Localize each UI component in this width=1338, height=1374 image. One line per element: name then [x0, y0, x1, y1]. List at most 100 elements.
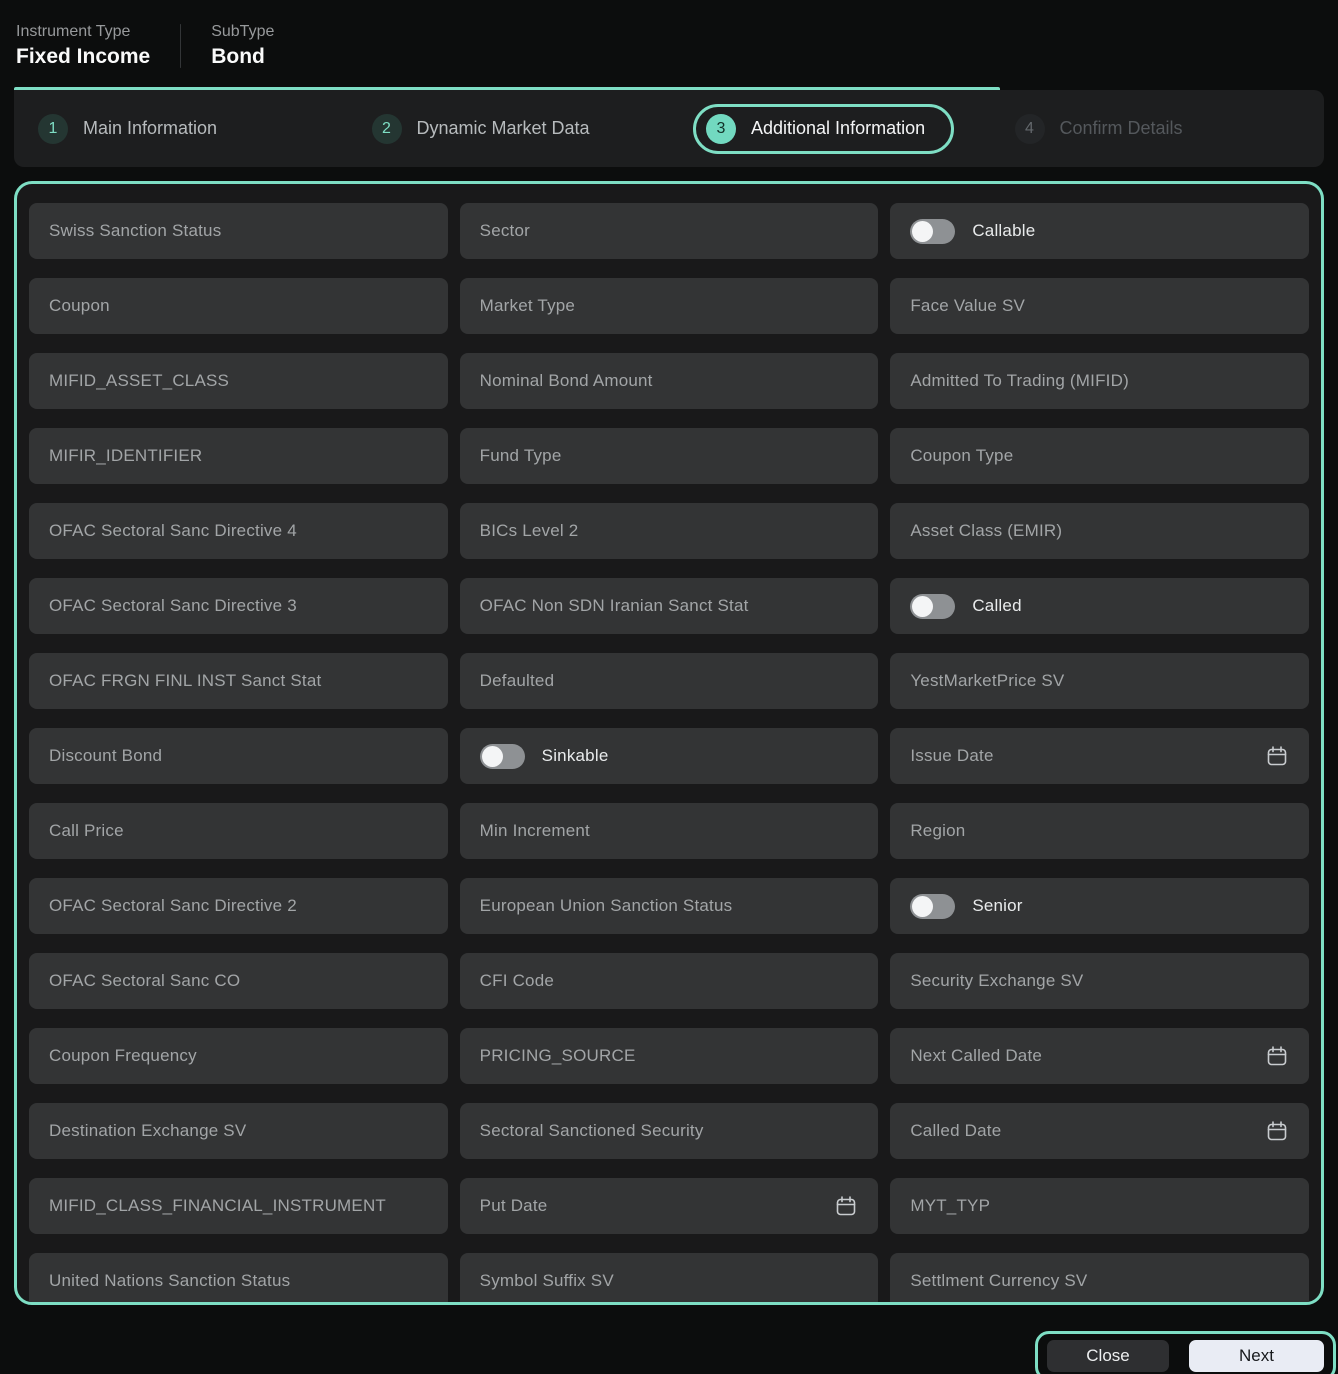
text-field-security-exchange-sv[interactable]: Security Exchange SV: [890, 953, 1309, 1009]
toggle-switch[interactable]: [910, 593, 956, 619]
text-field-discount-bond[interactable]: Discount Bond: [29, 728, 448, 784]
footer: Close Next: [0, 1319, 1338, 1374]
field-label: YestMarketPrice SV: [910, 671, 1065, 690]
toggle-switch[interactable]: [479, 743, 525, 769]
text-field-admitted-to-trading-mifid[interactable]: Admitted To Trading (MIFID): [890, 353, 1309, 409]
form-grid: Swiss Sanction Status Sector Callable Coupo…: [29, 203, 1309, 1302]
text-field-bics-level-2[interactable]: BICs Level 2: [459, 503, 879, 559]
toggle-switch[interactable]: [910, 893, 956, 919]
step-additional-information[interactable]: 3 Additional Information: [681, 103, 991, 154]
toggle-field-senior[interactable]: Senior: [890, 878, 1309, 934]
text-field-destination-exchange-sv[interactable]: Destination Exchange SV: [29, 1103, 448, 1159]
text-field-ofac-sectoral-sanc-directive-2[interactable]: OFAC Sectoral Sanc Directive 2: [29, 878, 448, 934]
calendar-icon[interactable]: [1265, 1119, 1289, 1143]
step-1-number: 1: [38, 113, 68, 144]
text-field-swiss-sanction-status[interactable]: Swiss Sanction Status: [29, 203, 448, 259]
toggle-field-sinkable[interactable]: Sinkable: [459, 728, 879, 784]
text-field-call-price[interactable]: Call Price: [29, 803, 448, 859]
text-field-sector[interactable]: Sector: [459, 203, 879, 259]
date-field-called-date[interactable]: Called Date: [890, 1103, 1309, 1159]
step-confirm-details[interactable]: 4 Confirm Details: [991, 113, 1325, 144]
field-label: Defaulted: [479, 671, 555, 690]
text-field-myt-typ[interactable]: MYT_TYP: [890, 1178, 1309, 1234]
field-label: European Union Sanction Status: [479, 896, 733, 915]
field-label: Asset Class (EMIR): [910, 521, 1063, 540]
text-field-ofac-sectoral-sanc-co[interactable]: OFAC Sectoral Sanc CO: [29, 953, 448, 1009]
field-label: MIFID_CLASS_FINANCIAL_INSTRUMENT: [49, 1196, 387, 1215]
text-field-defaulted[interactable]: Defaulted: [459, 653, 879, 709]
text-field-settlment-currency-sv[interactable]: Settlment Currency SV: [890, 1253, 1309, 1302]
toggle-field-callable[interactable]: Callable: [890, 203, 1309, 259]
date-field-next-called-date[interactable]: Next Called Date: [890, 1028, 1309, 1084]
text-field-coupon-frequency[interactable]: Coupon Frequency: [29, 1028, 448, 1084]
field-label: Sector: [479, 221, 530, 240]
field-label: BICs Level 2: [479, 521, 579, 540]
text-field-sectoral-sanctioned-security[interactable]: Sectoral Sanctioned Security: [459, 1103, 879, 1159]
text-field-market-type[interactable]: Market Type: [459, 278, 879, 334]
field-label: OFAC Non SDN Iranian Sanct Stat: [479, 596, 749, 615]
text-field-mifir-identifier[interactable]: MIFIR_IDENTIFIER: [29, 428, 448, 484]
text-field-fund-type[interactable]: Fund Type: [459, 428, 879, 484]
text-field-min-increment[interactable]: Min Increment: [459, 803, 879, 859]
field-label: Sinkable: [541, 746, 609, 765]
text-field-region[interactable]: Region: [890, 803, 1309, 859]
field-label: Settlment Currency SV: [910, 1271, 1088, 1290]
field-label: Min Increment: [479, 821, 590, 840]
text-field-face-value-sv[interactable]: Face Value SV: [890, 278, 1309, 334]
field-label: Face Value SV: [910, 296, 1026, 315]
text-field-ofac-frgn-finl-inst-sanct-stat[interactable]: OFAC FRGN FINL INST Sanct Stat: [29, 653, 448, 709]
step-main-information[interactable]: 1 Main Information: [14, 113, 348, 144]
field-label: OFAC Sectoral Sanc CO: [49, 971, 241, 990]
toggle-knob: [912, 595, 934, 617]
field-label: OFAC Sectoral Sanc Directive 2: [49, 896, 297, 915]
field-label: Senior: [972, 896, 1023, 915]
subtype-value: Bond: [211, 45, 265, 68]
next-button[interactable]: Next: [1189, 1340, 1324, 1372]
text-field-coupon[interactable]: Coupon: [29, 278, 448, 334]
field-label: Nominal Bond Amount: [479, 371, 653, 390]
text-field-yestmarketprice-sv[interactable]: YestMarketPrice SV: [890, 653, 1309, 709]
calendar-icon[interactable]: [1265, 1044, 1289, 1068]
text-field-nominal-bond-amount[interactable]: Nominal Bond Amount: [459, 353, 879, 409]
calendar-icon[interactable]: [1265, 744, 1289, 768]
calendar-icon[interactable]: [834, 1194, 858, 1218]
field-label: OFAC Sectoral Sanc Directive 4: [49, 521, 297, 540]
field-label: PRICING_SOURCE: [479, 1046, 636, 1065]
field-label: Symbol Suffix SV: [479, 1271, 614, 1290]
field-label: Coupon Type: [910, 446, 1014, 465]
text-field-mifid-class-financial-instrument[interactable]: MIFID_CLASS_FINANCIAL_INSTRUMENT: [29, 1178, 448, 1234]
text-field-ofac-sectoral-sanc-directive-4[interactable]: OFAC Sectoral Sanc Directive 4: [29, 503, 448, 559]
step-dynamic-market-data[interactable]: 2 Dynamic Market Data: [348, 113, 682, 144]
field-label: OFAC FRGN FINL INST Sanct Stat: [49, 671, 322, 690]
field-label: Called: [972, 596, 1022, 615]
text-field-symbol-suffix-sv[interactable]: Symbol Suffix SV: [459, 1253, 879, 1302]
toggle-switch[interactable]: [910, 218, 956, 244]
text-field-united-nations-sanction-status[interactable]: United Nations Sanction Status: [29, 1253, 448, 1302]
text-field-cfi-code[interactable]: CFI Code: [459, 953, 879, 1009]
text-field-coupon-type[interactable]: Coupon Type: [890, 428, 1309, 484]
toggle-field-called[interactable]: Called: [890, 578, 1309, 634]
footer-button-group: Close Next: [1035, 1331, 1336, 1374]
step-3-number: 3: [706, 113, 736, 144]
field-label: Called Date: [910, 1121, 1002, 1140]
field-label: CFI Code: [479, 971, 555, 990]
field-label: Callable: [972, 221, 1036, 240]
text-field-mifid-asset-class[interactable]: MIFID_ASSET_CLASS: [29, 353, 448, 409]
field-label: Call Price: [49, 821, 124, 840]
step-1-label: Main Information: [83, 118, 218, 138]
field-label: United Nations Sanction Status: [49, 1271, 291, 1290]
active-step-highlight: 3 Additional Information: [693, 103, 955, 154]
date-field-issue-date[interactable]: Issue Date: [890, 728, 1309, 784]
close-button[interactable]: Close: [1047, 1340, 1169, 1372]
text-field-pricing-source[interactable]: PRICING_SOURCE: [459, 1028, 879, 1084]
toggle-knob: [481, 745, 503, 767]
text-field-european-union-sanction-status[interactable]: European Union Sanction Status: [459, 878, 879, 934]
additional-information-panel: Swiss Sanction Status Sector Callable Coupo…: [14, 181, 1324, 1305]
date-field-put-date[interactable]: Put Date: [459, 1178, 879, 1234]
step-2-label: Dynamic Market Data: [416, 118, 590, 138]
field-label: Admitted To Trading (MIFID): [910, 371, 1129, 390]
text-field-ofac-sectoral-sanc-directive-3[interactable]: OFAC Sectoral Sanc Directive 3: [29, 578, 448, 634]
field-label: Next Called Date: [910, 1046, 1043, 1065]
text-field-ofac-non-sdn-iranian-sanct-stat[interactable]: OFAC Non SDN Iranian Sanct Stat: [459, 578, 879, 634]
text-field-asset-class-emir[interactable]: Asset Class (EMIR): [890, 503, 1309, 559]
